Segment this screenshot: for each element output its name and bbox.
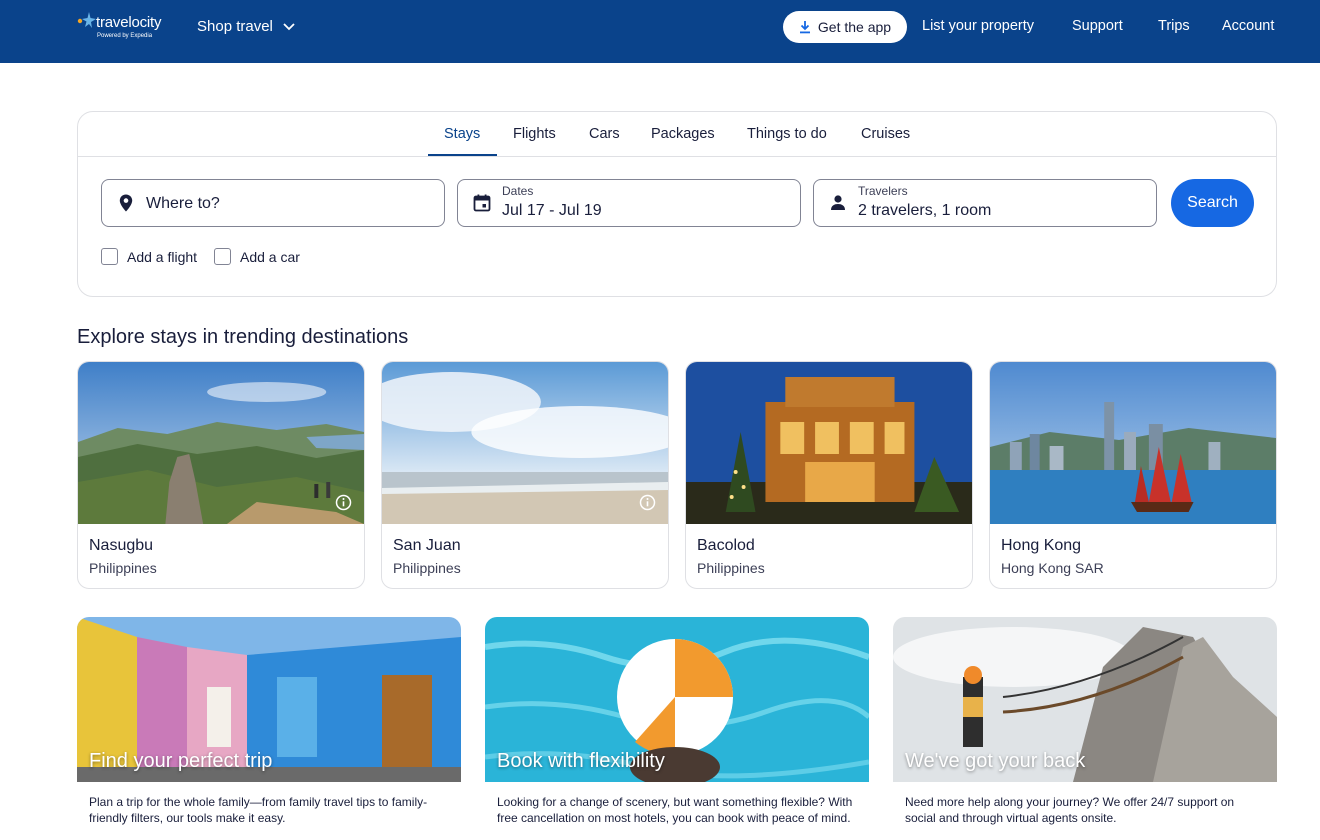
destination-country: Philippines — [89, 560, 157, 576]
add-flight-label: Add a flight — [127, 248, 198, 265]
shop-travel-label: Shop travel — [197, 18, 273, 35]
add-flight-checkbox[interactable]: Add a flight — [101, 248, 197, 265]
promo-description: Plan a trip for the whole family—from fa… — [89, 795, 428, 825]
destination-card-nasugbu[interactable]: Nasugbu Philippines — [77, 361, 365, 589]
travelers-field[interactable]: Travelers 2 travelers, 1 room — [813, 179, 1157, 227]
travelocity-star-icon — [77, 12, 96, 28]
hong-kong-harbor-photo — [990, 362, 1276, 524]
travelers-value: 2 travelers, 1 room — [858, 202, 992, 219]
destination-name: Nasugbu — [89, 537, 154, 554]
destination-name: Bacolod — [697, 537, 755, 554]
destination-card-hong-kong[interactable]: Hong Kong Hong Kong SAR — [989, 361, 1277, 589]
add-car-checkbox[interactable]: Add a car — [214, 248, 300, 265]
promo-title: Book with flexibility — [497, 750, 665, 772]
destination-name: San Juan — [393, 537, 461, 554]
chevron-down-icon — [283, 22, 295, 30]
checkbox-box[interactable] — [214, 248, 231, 265]
map-pin-icon — [119, 194, 133, 212]
san-juan-beach-photo — [382, 362, 668, 524]
dates-label: Dates — [502, 184, 534, 198]
tab-cars[interactable]: Cars — [589, 126, 620, 142]
download-icon — [799, 21, 810, 34]
tab-things-to-do[interactable]: Things to do — [747, 126, 827, 142]
destination-field[interactable]: Where to? — [101, 179, 445, 227]
calendar-icon — [473, 194, 491, 212]
tab-cruises[interactable]: Cruises — [861, 126, 910, 142]
nav-support[interactable]: Support — [1072, 18, 1123, 34]
promo-title: We've got your back — [905, 750, 1086, 772]
add-car-label: Add a car — [240, 248, 300, 265]
trending-section-title: Explore stays in trending destinations — [77, 326, 409, 348]
destination-card-bacolod[interactable]: Bacolod Philippines — [685, 361, 973, 589]
nav-list-your-property[interactable]: List your property — [922, 18, 1034, 34]
destination-country: Hong Kong SAR — [1001, 560, 1104, 576]
promo-card-find-your-trip[interactable]: Find your perfect trip Plan a trip for t… — [77, 617, 461, 840]
tab-stays[interactable]: Stays — [444, 126, 480, 142]
travelocity-logo[interactable]: travelocity Powered by Expedia — [77, 11, 169, 45]
top-navigation-bar: travelocity Powered by Expedia Shop trav… — [0, 0, 1320, 63]
travelers-label: Travelers — [858, 184, 908, 198]
promo-card-got-your-back[interactable]: We've got your back Need more help along… — [893, 617, 1277, 840]
promo-card-book-flexibility[interactable]: Book with flexibility Looking for a chan… — [485, 617, 869, 840]
promo-description: Need more help along your journey? We of… — [905, 795, 1235, 825]
tab-flights[interactable]: Flights — [513, 126, 556, 142]
get-the-app-label: Get the app — [817, 19, 892, 35]
logo-wordmark: travelocity — [96, 14, 162, 31]
destination-card-san-juan[interactable]: San Juan Philippines — [381, 361, 669, 589]
dates-value: Jul 17 - Jul 19 — [502, 202, 602, 219]
search-form-card: Stays Flights Cars Packages Things to do… — [77, 111, 1277, 297]
info-icon[interactable] — [639, 494, 656, 511]
tab-packages[interactable]: Packages — [651, 126, 715, 142]
destination-placeholder: Where to? — [146, 195, 220, 212]
nasugbu-mountain-photo — [78, 362, 364, 524]
search-tabs: Stays Flights Cars Packages Things to do… — [78, 112, 1276, 157]
promo-description: Looking for a change of scenery, but wan… — [497, 795, 853, 825]
bacolod-mansion-photo — [686, 362, 972, 524]
checkbox-box[interactable] — [101, 248, 118, 265]
dates-field[interactable]: Dates Jul 17 - Jul 19 — [457, 179, 801, 227]
search-button[interactable]: Search — [1171, 179, 1254, 227]
promo-title: Find your perfect trip — [89, 750, 273, 772]
logo-subtext: Powered by Expedia — [97, 33, 153, 39]
nav-account[interactable]: Account — [1222, 18, 1274, 34]
info-icon[interactable] — [335, 494, 352, 511]
nav-trips[interactable]: Trips — [1158, 18, 1190, 34]
get-the-app-button[interactable]: Get the app — [783, 11, 907, 43]
shop-travel-menu[interactable]: Shop travel — [197, 18, 295, 35]
active-tab-indicator — [428, 154, 497, 156]
destination-name: Hong Kong — [1001, 537, 1082, 554]
destination-country: Philippines — [697, 560, 765, 576]
person-icon — [831, 195, 845, 210]
destination-country: Philippines — [393, 560, 461, 576]
